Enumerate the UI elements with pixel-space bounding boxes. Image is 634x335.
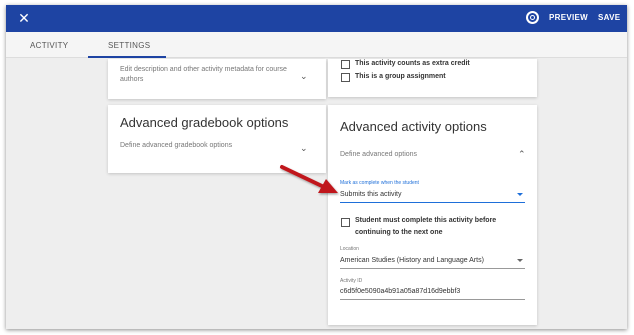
completion-select[interactable]: Submits this activity <box>340 191 525 203</box>
tab-activity[interactable]: ACTIVITY <box>30 41 68 50</box>
location-field-label: Location <box>340 246 359 252</box>
app-window: ✕ PREVIEW SAVE ACTIVITY SETTINGS Edit de… <box>6 5 627 329</box>
tab-bar: ACTIVITY SETTINGS <box>6 32 627 58</box>
dropdown-caret-icon <box>517 193 523 196</box>
extra-credit-label: This activity counts as extra credit <box>355 60 470 67</box>
gradebook-options-subtitle[interactable]: Define advanced gradebook options <box>120 142 232 149</box>
dropdown-caret-icon <box>517 259 523 262</box>
globe-icon[interactable] <box>526 11 539 24</box>
chevron-up-icon[interactable]: ⌃ <box>518 149 526 159</box>
description-card: Edit description and other activity meta… <box>108 59 326 99</box>
completion-field-label: Mark as complete when the student <box>340 180 419 186</box>
preview-button[interactable]: PREVIEW <box>549 13 588 22</box>
active-tab-indicator <box>88 56 166 58</box>
activity-id-label: Activity ID <box>340 278 363 284</box>
activity-options-card: Advanced activity options Define advance… <box>328 105 537 325</box>
activity-options-title: Advanced activity options <box>340 119 487 134</box>
annotation-arrow-icon <box>280 165 338 193</box>
top-app-bar: ✕ PREVIEW SAVE <box>6 5 627 32</box>
gradebook-options-title: Advanced gradebook options <box>120 115 289 130</box>
group-assignment-label: This is a group assignment <box>355 73 446 80</box>
description-text: Edit description and other activity meta… <box>120 66 287 83</box>
must-complete-label: Student must complete this activity befo… <box>355 217 497 236</box>
location-select[interactable]: American Studies (History and Language A… <box>340 257 525 269</box>
activity-id-field[interactable]: c6d5f0e5090a4b91a05a87d16d9ebbf3 <box>340 288 525 300</box>
chevron-down-icon[interactable]: ⌄ <box>300 71 308 81</box>
save-button[interactable]: SAVE <box>598 13 620 22</box>
location-select-value: American Studies (History and Language A… <box>340 257 484 264</box>
extra-credit-checkbox[interactable] <box>341 60 350 69</box>
completion-select-value: Submits this activity <box>340 191 402 198</box>
close-icon[interactable]: ✕ <box>16 10 32 26</box>
group-assignment-checkbox[interactable] <box>341 73 350 82</box>
assignment-options-card: This activity counts as extra credit Thi… <box>328 59 537 97</box>
activity-options-subtitle[interactable]: Define advanced options <box>340 151 417 158</box>
chevron-down-icon[interactable]: ⌄ <box>300 143 308 153</box>
must-complete-checkbox[interactable] <box>341 218 350 227</box>
tab-settings[interactable]: SETTINGS <box>108 41 150 50</box>
